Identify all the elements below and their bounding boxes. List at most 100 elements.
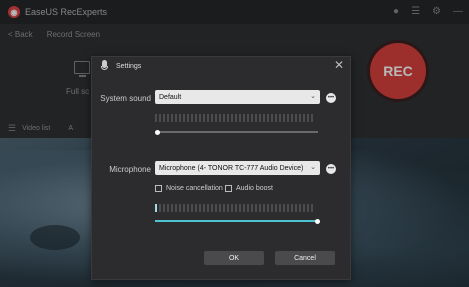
level-meter-bar — [303, 114, 305, 122]
level-meter-bar — [259, 204, 261, 212]
level-meter-bar — [239, 204, 241, 212]
microphone-volume-fill — [155, 220, 318, 222]
level-meter-bar — [311, 114, 313, 122]
system-sound-volume-knob[interactable] — [155, 129, 160, 135]
noise-cancellation-checkbox[interactable]: Noise cancellation — [155, 185, 223, 192]
level-meter-bar — [275, 204, 277, 212]
level-meter-bar — [191, 114, 193, 122]
microphone-label: Microphone — [109, 165, 151, 174]
noise-cancellation-label: Noise cancellation — [166, 185, 223, 192]
level-meter-bar — [175, 114, 177, 122]
level-meter-bar — [251, 204, 253, 212]
audio-boost-label: Audio boost — [236, 185, 273, 192]
level-meter-bar — [275, 114, 277, 122]
level-meter-bar — [211, 114, 213, 122]
audio-boost-box[interactable] — [225, 185, 232, 192]
system-sound-label: System sound — [100, 94, 151, 103]
level-meter-bar — [223, 204, 225, 212]
system-sound-value: Default — [159, 93, 182, 101]
level-meter-bar — [203, 204, 205, 212]
level-meter-bar — [303, 204, 305, 212]
level-meter-bar — [271, 114, 273, 122]
system-sound-volume-slider[interactable] — [155, 129, 318, 135]
dialog-titlebar: Settings ✕ — [92, 57, 350, 75]
level-meter-bar — [219, 204, 221, 212]
level-meter-bar — [231, 204, 233, 212]
level-meter-bar — [167, 204, 169, 212]
level-meter-bar — [195, 204, 197, 212]
level-meter-bar — [239, 114, 241, 122]
level-meter-bar — [299, 114, 301, 122]
microphone-more-button[interactable]: ••• — [326, 164, 336, 174]
level-meter-bar — [279, 114, 281, 122]
level-meter-bar — [227, 114, 229, 122]
level-meter-bar — [215, 114, 217, 122]
settings-dialog: Settings ✕ System sound Default ⌄ ••• Mi… — [91, 56, 351, 280]
system-sound-more-button[interactable]: ••• — [326, 93, 336, 103]
level-meter-bar — [267, 114, 269, 122]
chevron-down-icon: ⌄ — [310, 164, 316, 171]
level-meter-bar — [175, 204, 177, 212]
level-meter-bar — [155, 204, 157, 212]
system-sound-level-meter — [155, 114, 313, 122]
level-meter-bar — [295, 204, 297, 212]
microphone-volume-slider[interactable] — [155, 218, 320, 224]
level-meter-bar — [235, 114, 237, 122]
level-meter-bar — [167, 114, 169, 122]
level-meter-bar — [187, 114, 189, 122]
level-meter-bar — [247, 204, 249, 212]
cancel-button[interactable]: Cancel — [275, 251, 335, 265]
level-meter-bar — [159, 114, 161, 122]
level-meter-bar — [251, 114, 253, 122]
level-meter-bar — [311, 204, 313, 212]
level-meter-bar — [231, 114, 233, 122]
level-meter-bar — [187, 204, 189, 212]
level-meter-bar — [211, 204, 213, 212]
level-meter-bar — [299, 204, 301, 212]
level-meter-bar — [207, 114, 209, 122]
ok-button[interactable]: OK — [204, 251, 264, 265]
level-meter-bar — [159, 204, 161, 212]
level-meter-bar — [155, 114, 157, 122]
level-meter-bar — [263, 204, 265, 212]
level-meter-bar — [191, 204, 193, 212]
level-meter-bar — [215, 204, 217, 212]
level-meter-bar — [195, 114, 197, 122]
level-meter-bar — [163, 204, 165, 212]
level-meter-bar — [163, 114, 165, 122]
level-meter-bar — [255, 204, 257, 212]
level-meter-bar — [227, 204, 229, 212]
level-meter-bar — [259, 114, 261, 122]
level-meter-bar — [291, 204, 293, 212]
level-meter-bar — [199, 204, 201, 212]
level-meter-bar — [199, 114, 201, 122]
microphone-select[interactable]: Microphone (4- TONOR TC-777 Audio Device… — [155, 161, 320, 175]
level-meter-bar — [307, 204, 309, 212]
level-meter-bar — [267, 204, 269, 212]
noise-cancellation-box[interactable] — [155, 185, 162, 192]
system-sound-select[interactable]: Default ⌄ — [155, 90, 320, 104]
dialog-title: Settings — [116, 62, 142, 70]
microphone-level-meter — [155, 204, 313, 212]
level-meter-bar — [179, 114, 181, 122]
level-meter-bar — [287, 204, 289, 212]
level-meter-bar — [263, 114, 265, 122]
level-meter-bar — [219, 114, 221, 122]
level-meter-bar — [243, 204, 245, 212]
level-meter-bar — [291, 114, 293, 122]
level-meter-bar — [207, 204, 209, 212]
microphone-volume-knob[interactable] — [315, 218, 320, 224]
microphone-icon — [100, 60, 110, 72]
level-meter-bar — [179, 204, 181, 212]
audio-boost-checkbox[interactable]: Audio boost — [225, 185, 273, 192]
close-icon[interactable]: ✕ — [334, 59, 344, 72]
level-meter-bar — [171, 114, 173, 122]
level-meter-bar — [183, 114, 185, 122]
chevron-down-icon: ⌄ — [310, 93, 316, 100]
level-meter-bar — [235, 204, 237, 212]
level-meter-bar — [203, 114, 205, 122]
level-meter-bar — [279, 204, 281, 212]
level-meter-bar — [223, 114, 225, 122]
level-meter-bar — [247, 114, 249, 122]
level-meter-bar — [295, 114, 297, 122]
